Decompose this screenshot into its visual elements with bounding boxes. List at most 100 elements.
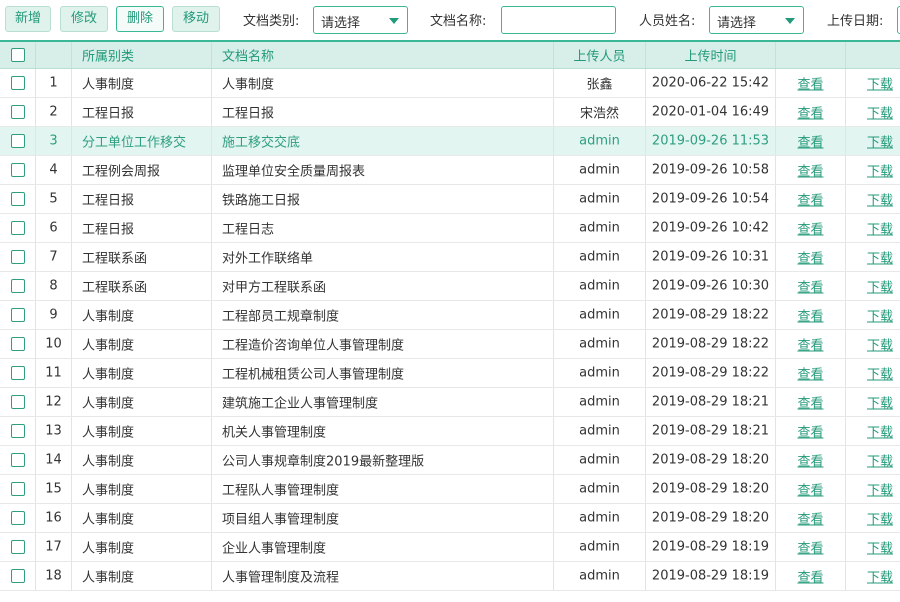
table-row[interactable]: 9 人事制度 工程部员工规章制度 admin 2019-08-29 18:22 查看 下载 xyxy=(0,301,900,330)
download-link[interactable]: 下载 xyxy=(867,277,893,296)
table-row[interactable]: 3 分工单位工作移交 施工移交交底 admin 2019-09-26 11:53 查看 下载 xyxy=(0,127,900,156)
download-link[interactable]: 下载 xyxy=(867,74,893,93)
table-row[interactable]: 8 工程联系函 对甲方工程联系函 admin 2019-09-26 10:30 查看 下载 xyxy=(0,272,900,301)
view-link[interactable]: 查看 xyxy=(776,335,845,354)
view-link[interactable]: 查看 xyxy=(776,422,845,441)
table-row[interactable]: 18 人事制度 人事管理制度及流程 admin 2019-08-29 18:19 查看 下载 xyxy=(0,562,900,591)
row-category-cell: 人事制度 xyxy=(72,475,212,503)
row-view-cell: 查看 xyxy=(776,301,846,329)
row-checkbox[interactable] xyxy=(11,105,25,119)
view-link[interactable]: 查看 xyxy=(776,393,845,412)
download-link[interactable]: 下载 xyxy=(867,393,893,412)
row-checkbox[interactable] xyxy=(11,76,25,90)
view-link[interactable]: 查看 xyxy=(776,567,845,586)
edit-button[interactable]: 修改 xyxy=(60,6,108,32)
table-row[interactable]: 1 人事制度 人事制度 张鑫 2020-06-22 15:42 查看 下载 xyxy=(0,69,900,98)
download-link[interactable]: 下载 xyxy=(867,306,893,325)
add-button[interactable]: 新增 xyxy=(5,6,51,32)
row-checkbox[interactable] xyxy=(11,163,25,177)
view-link[interactable]: 查看 xyxy=(776,103,845,122)
row-checkbox[interactable] xyxy=(11,366,25,380)
row-checkbox[interactable] xyxy=(11,395,25,409)
row-checkbox[interactable] xyxy=(11,453,25,467)
view-link[interactable]: 查看 xyxy=(776,480,845,499)
header-uploader[interactable]: 上传人员 xyxy=(554,42,646,68)
view-link[interactable]: 查看 xyxy=(776,161,845,180)
category-select[interactable]: 请选择 xyxy=(313,6,408,34)
download-link[interactable]: 下载 xyxy=(867,335,893,354)
row-download-cell: 下载 xyxy=(846,388,900,416)
table-row[interactable]: 13 人事制度 机关人事管理制度 admin 2019-08-29 18:21 查看 下载 xyxy=(0,417,900,446)
row-checkbox[interactable] xyxy=(11,540,25,554)
move-button[interactable]: 移动 xyxy=(172,6,220,32)
row-checkbox[interactable] xyxy=(11,424,25,438)
row-checkbox[interactable] xyxy=(11,337,25,351)
view-link[interactable]: 查看 xyxy=(776,538,845,557)
row-select-cell xyxy=(0,301,36,329)
header-category[interactable]: 所属别类 xyxy=(72,42,212,68)
row-upload-time: 2020-01-04 16:49 xyxy=(651,104,770,120)
row-index: 1 xyxy=(49,75,58,91)
row-checkbox[interactable] xyxy=(11,134,25,148)
table-row[interactable]: 15 人事制度 工程队人事管理制度 admin 2019-08-29 18:20 查看 下载 xyxy=(0,475,900,504)
row-name-cell: 企业人事管理制度 xyxy=(212,533,554,561)
view-link[interactable]: 查看 xyxy=(776,219,845,238)
row-category-cell: 人事制度 xyxy=(72,69,212,97)
view-link[interactable]: 查看 xyxy=(776,74,845,93)
row-checkbox[interactable] xyxy=(11,482,25,496)
person-select[interactable]: 请选择 xyxy=(709,6,804,34)
download-link[interactable]: 下载 xyxy=(867,161,893,180)
row-index: 2 xyxy=(49,104,58,120)
download-link[interactable]: 下载 xyxy=(867,132,893,151)
download-link[interactable]: 下载 xyxy=(867,480,893,499)
select-all-checkbox[interactable] xyxy=(11,48,25,62)
docname-input[interactable] xyxy=(501,6,616,34)
download-link[interactable]: 下载 xyxy=(867,509,893,528)
row-category: 人事制度 xyxy=(82,425,135,441)
row-checkbox[interactable] xyxy=(11,221,25,235)
view-link[interactable]: 查看 xyxy=(776,248,845,267)
view-link[interactable]: 查看 xyxy=(776,451,845,470)
table-row[interactable]: 7 工程联系函 对外工作联络单 admin 2019-09-26 10:31 查看 下载 xyxy=(0,243,900,272)
table-row[interactable]: 2 工程日报 工程日报 宋浩然 2020-01-04 16:49 查看 下载 xyxy=(0,98,900,127)
row-uploader-cell: 宋浩然 xyxy=(554,98,646,126)
view-link[interactable]: 查看 xyxy=(776,509,845,528)
download-link[interactable]: 下载 xyxy=(867,567,893,586)
table-row[interactable]: 5 工程日报 铁路施工日报 admin 2019-09-26 10:54 查看 下载 xyxy=(0,185,900,214)
table-row[interactable]: 16 人事制度 项目组人事管理制度 admin 2019-08-29 18:20 查看 下载 xyxy=(0,504,900,533)
delete-button[interactable]: 删除 xyxy=(116,6,164,32)
download-link[interactable]: 下载 xyxy=(867,538,893,557)
row-index: 14 xyxy=(45,452,62,468)
download-link[interactable]: 下载 xyxy=(867,364,893,383)
download-link[interactable]: 下载 xyxy=(867,422,893,441)
table-row[interactable]: 14 人事制度 公司人事规章制度2019最新整理版 admin 2019-08-29 1… xyxy=(0,446,900,475)
view-link[interactable]: 查看 xyxy=(776,364,845,383)
download-link[interactable]: 下载 xyxy=(867,103,893,122)
view-link[interactable]: 查看 xyxy=(776,306,845,325)
view-link[interactable]: 查看 xyxy=(776,190,845,209)
table-row[interactable]: 6 工程日报 工程日志 admin 2019-09-26 10:42 查看 下载 xyxy=(0,214,900,243)
download-link[interactable]: 下载 xyxy=(867,451,893,470)
view-link[interactable]: 查看 xyxy=(776,277,845,296)
row-checkbox[interactable] xyxy=(11,279,25,293)
row-doc-name: 工程造价咨询单位人事管理制度 xyxy=(222,338,405,354)
row-checkbox[interactable] xyxy=(11,250,25,264)
header-time[interactable]: 上传时间 xyxy=(646,42,776,68)
table-row[interactable]: 17 人事制度 企业人事管理制度 admin 2019-08-29 18:19 查看 下载 xyxy=(0,533,900,562)
table-row[interactable]: 11 人事制度 工程机械租赁公司人事管理制度 admin 2019-08-29 18:2… xyxy=(0,359,900,388)
download-link[interactable]: 下载 xyxy=(867,248,893,267)
row-uploader-cell: admin xyxy=(554,475,646,503)
row-checkbox[interactable] xyxy=(11,511,25,525)
download-link[interactable]: 下载 xyxy=(867,219,893,238)
row-checkbox[interactable] xyxy=(11,192,25,206)
row-checkbox[interactable] xyxy=(11,569,25,583)
table-row[interactable]: 12 人事制度 建筑施工企业人事管理制度 admin 2019-08-29 18:21 查… xyxy=(0,388,900,417)
view-link[interactable]: 查看 xyxy=(776,132,845,151)
header-name[interactable]: 文档名称 xyxy=(212,42,554,68)
row-checkbox[interactable] xyxy=(11,308,25,322)
row-uploader: 宋浩然 xyxy=(579,106,619,122)
table-row[interactable]: 4 工程例会周报 监理单位安全质量周报表 admin 2019-09-26 10:58 查… xyxy=(0,156,900,185)
download-link[interactable]: 下载 xyxy=(867,190,893,209)
row-download-cell: 下载 xyxy=(846,272,900,300)
table-row[interactable]: 10 人事制度 工程造价咨询单位人事管理制度 admin 2019-08-29 18:2… xyxy=(0,330,900,359)
